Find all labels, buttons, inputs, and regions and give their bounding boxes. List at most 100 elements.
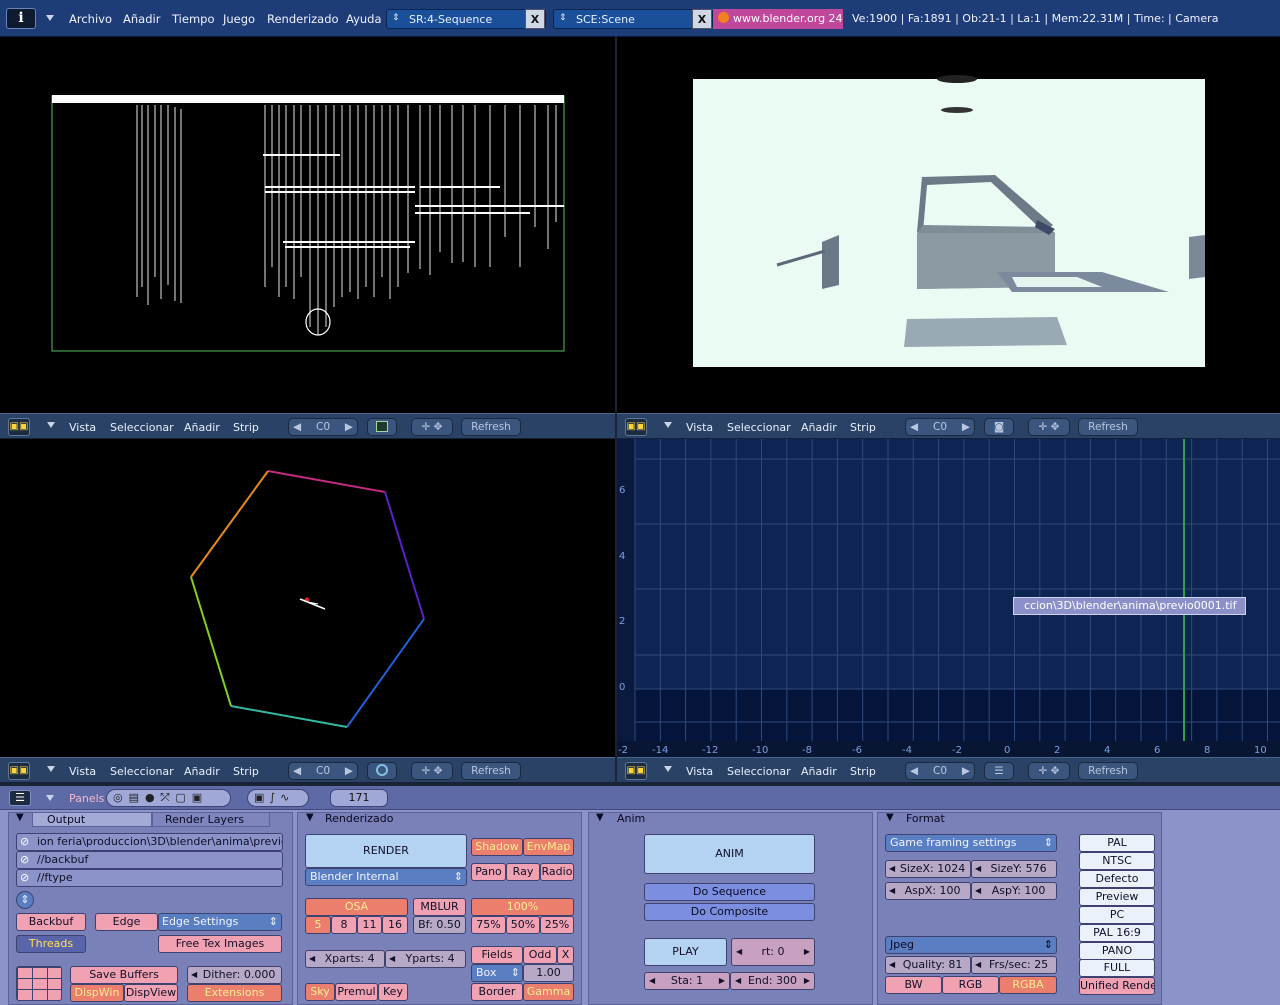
image-strip[interactable]: ccion\3D\blender\anima\previo0001.tif bbox=[1013, 597, 1246, 615]
menu-anadir[interactable]: Añadir bbox=[184, 765, 220, 778]
tab-render-layers[interactable]: Render Layers bbox=[152, 812, 270, 827]
gamma-toggle[interactable]: Gamma bbox=[523, 983, 574, 1001]
view-type-selector[interactable] bbox=[367, 418, 397, 436]
file-type-menu[interactable]: Jpeg ⇕ bbox=[885, 936, 1057, 954]
yparts-field[interactable]: ◀ Yparts: 4 bbox=[385, 950, 466, 968]
rgb-toggle[interactable]: RGB bbox=[942, 976, 999, 994]
zoom-pan-buttons[interactable]: ✛ ✥ bbox=[1028, 418, 1070, 436]
zoom-pan-buttons[interactable]: ✛ ✥ bbox=[411, 762, 453, 780]
preset-ntsc[interactable]: NTSC bbox=[1079, 852, 1155, 870]
menu-strip[interactable]: Strip bbox=[233, 421, 259, 434]
sequencer-editor-icon[interactable]: ▣▣ bbox=[8, 762, 30, 780]
osa-5[interactable]: 5 bbox=[305, 916, 331, 934]
free-tex-images-toggle[interactable]: Free Tex Images bbox=[158, 935, 282, 953]
preset-pc[interactable]: PC bbox=[1079, 906, 1155, 924]
chevron-down-icon[interactable] bbox=[47, 422, 55, 428]
menu-anadir[interactable]: Añadir bbox=[184, 421, 220, 434]
menu-anadir[interactable]: Añadir bbox=[801, 765, 837, 778]
folder-icon[interactable]: ⊘ bbox=[20, 853, 29, 866]
menu-vista[interactable]: Vista bbox=[69, 765, 96, 778]
sequencer-preview-left[interactable] bbox=[0, 37, 615, 413]
mblur-bf-field[interactable]: Bf: 0.50 bbox=[413, 916, 466, 934]
menu-seleccionar[interactable]: Seleccionar bbox=[110, 421, 174, 434]
pano-toggle[interactable]: Pano bbox=[471, 863, 506, 881]
refresh-button[interactable]: Refresh bbox=[1078, 418, 1138, 436]
dither-field[interactable]: ◀ Dither: 0.000 bbox=[187, 966, 282, 984]
collapse-icon[interactable]: ▼ bbox=[886, 812, 894, 823]
scene-link-menu[interactable]: ⇕ bbox=[16, 891, 34, 909]
dispview-toggle[interactable]: DispView bbox=[124, 984, 178, 1002]
osa-16[interactable]: 16 bbox=[382, 916, 408, 934]
refresh-button[interactable]: Refresh bbox=[461, 418, 521, 436]
extensions-toggle[interactable]: Extensions bbox=[187, 984, 282, 1002]
sequencer-timeline[interactable]: 6 4 2 0 -2 -14 -12 -10 -8 -6 -4 -2 0 2 4 6 8 10 ccion\3D\… bbox=[617, 439, 1280, 757]
odd-toggle[interactable]: Odd bbox=[523, 946, 557, 964]
sequencer-preview-right[interactable] bbox=[617, 37, 1280, 413]
envmap-toggle[interactable]: EnvMap bbox=[523, 838, 574, 856]
preset-unified-render[interactable]: Unified Rende bbox=[1079, 977, 1155, 995]
menu-seleccionar[interactable]: Seleccionar bbox=[727, 765, 791, 778]
format-preset-menu[interactable]: Game framing settings ⇕ bbox=[885, 834, 1057, 852]
preset-pal169[interactable]: PAL 16:9 bbox=[1079, 924, 1155, 942]
info-window-icon[interactable]: i bbox=[6, 8, 36, 29]
collapse-icon[interactable]: ▼ bbox=[306, 812, 314, 823]
screen-selector[interactable]: ⇕ SR:4-Sequence X bbox=[386, 9, 546, 29]
menu-tiempo[interactable]: Tiempo bbox=[172, 12, 214, 26]
bw-toggle[interactable]: BW bbox=[885, 976, 942, 994]
play-button[interactable]: PLAY bbox=[644, 938, 727, 966]
anim-button[interactable]: ANIM bbox=[644, 834, 815, 874]
border-toggle[interactable]: Border bbox=[471, 983, 523, 1001]
chroma-vectorscope-view[interactable] bbox=[0, 439, 615, 757]
start-frame-field[interactable]: ◀ Sta: 1 ▶ bbox=[644, 972, 730, 990]
fps-field[interactable]: ◀ Frs/sec: 25 bbox=[971, 956, 1057, 974]
ray-toggle[interactable]: Ray bbox=[506, 863, 540, 881]
view-type-selector[interactable]: ☰ bbox=[984, 762, 1014, 780]
xparts-field[interactable]: ◀ Xparts: 4 bbox=[305, 950, 385, 968]
tab-output[interactable]: Output bbox=[32, 812, 152, 827]
zoom-pan-buttons[interactable]: ✛ ✥ bbox=[411, 418, 453, 436]
edge-settings-menu[interactable]: Edge Settings ⇕ bbox=[158, 913, 282, 931]
menu-strip[interactable]: Strip bbox=[850, 421, 876, 434]
threads-toggle[interactable]: Threads bbox=[16, 935, 86, 953]
close-icon[interactable]: X bbox=[692, 9, 712, 29]
channel-field[interactable]: ◀ C0 ▶ bbox=[288, 762, 358, 780]
sizey-field[interactable]: ◀ SizeY: 576 bbox=[971, 860, 1057, 878]
refresh-button[interactable]: Refresh bbox=[461, 762, 521, 780]
buttons-editor-icon[interactable]: ☰ bbox=[9, 790, 31, 806]
channel-field[interactable]: ◀ C0 ▶ bbox=[905, 762, 975, 780]
menu-archivo[interactable]: Archivo bbox=[69, 12, 112, 26]
view-type-selector[interactable]: ◙ bbox=[984, 418, 1014, 436]
sequencer-editor-icon[interactable]: ▣▣ bbox=[8, 418, 30, 436]
menu-strip[interactable]: Strip bbox=[850, 765, 876, 778]
render-button[interactable]: RENDER bbox=[305, 834, 467, 868]
premul-toggle[interactable]: Premul bbox=[335, 983, 378, 1001]
fields-toggle[interactable]: Fields bbox=[471, 946, 523, 964]
sequencer-editor-icon[interactable]: ▣▣ bbox=[625, 762, 647, 780]
menu-strip[interactable]: Strip bbox=[233, 765, 259, 778]
end-frame-field[interactable]: ◀ End: 300 ▶ bbox=[730, 972, 815, 990]
render-context-icons[interactable]: ▣∫∿ bbox=[247, 789, 309, 807]
frame-field[interactable]: 171 bbox=[330, 789, 388, 807]
radio-toggle[interactable]: Radio bbox=[540, 863, 574, 881]
backbuf-toggle[interactable]: Backbuf bbox=[16, 913, 86, 931]
preset-pal[interactable]: PAL bbox=[1079, 834, 1155, 852]
chevron-down-icon[interactable] bbox=[664, 422, 672, 428]
key-toggle[interactable]: Key bbox=[378, 983, 408, 1001]
osa-11[interactable]: 11 bbox=[357, 916, 382, 934]
sequencer-editor-icon[interactable]: ▣▣ bbox=[625, 418, 647, 436]
quality-field[interactable]: ◀ Quality: 81 bbox=[885, 956, 971, 974]
refresh-button[interactable]: Refresh bbox=[1078, 762, 1138, 780]
collapse-icon[interactable]: ▼ bbox=[16, 812, 24, 823]
menu-ayuda[interactable]: Ayuda bbox=[346, 12, 382, 26]
filter-type-menu[interactable]: Box ⇕ bbox=[471, 964, 523, 982]
filter-size-field[interactable]: 1.00 bbox=[523, 964, 574, 982]
sky-toggle[interactable]: Sky bbox=[305, 983, 335, 1001]
folder-icon[interactable]: ⊘ bbox=[20, 871, 29, 884]
preset-preview[interactable]: Preview bbox=[1079, 888, 1155, 906]
size-50-toggle[interactable]: 50% bbox=[506, 916, 540, 934]
menu-anadir[interactable]: Añadir bbox=[123, 12, 160, 26]
save-buffers-toggle[interactable]: Save Buffers bbox=[70, 966, 178, 984]
sizex-field[interactable]: ◀ SizeX: 1024 bbox=[885, 860, 971, 878]
osa-8[interactable]: 8 bbox=[331, 916, 357, 934]
do-sequence-toggle[interactable]: Do Sequence bbox=[644, 883, 815, 901]
